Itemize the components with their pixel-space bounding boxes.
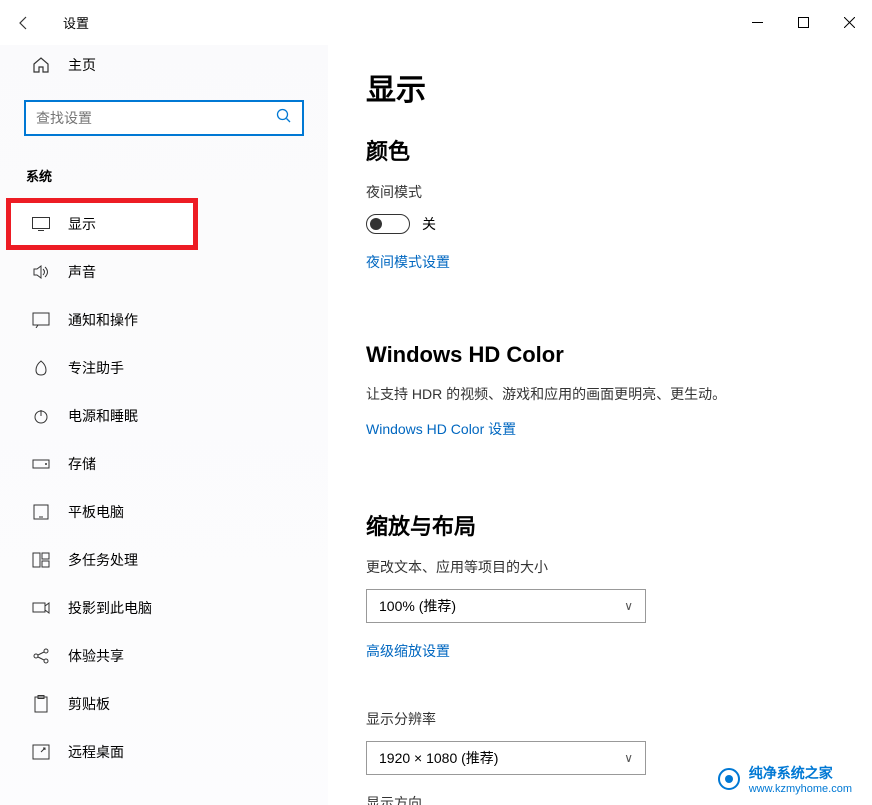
nav-label: 多任务处理: [68, 550, 138, 570]
nav-list: 显示 声音 通知和操作 专注助手 电源和睡眠 存储: [0, 200, 328, 776]
maximize-button[interactable]: [780, 7, 826, 39]
hdcolor-settings-link[interactable]: Windows HD Color 设置: [366, 419, 516, 439]
storage-icon: [32, 455, 50, 473]
tablet-icon: [32, 503, 50, 521]
scale-dropdown[interactable]: 100% (推荐) ∨: [366, 589, 646, 623]
night-mode-toggle[interactable]: [366, 214, 410, 234]
hdcolor-description: 让支持 HDR 的视频、游戏和应用的画面更明亮、更生动。: [366, 384, 834, 405]
watermark-url: www.kzmyhome.com: [749, 783, 852, 795]
nav-item-multitask[interactable]: 多任务处理: [0, 536, 328, 584]
window-controls: [734, 7, 872, 39]
nav-item-sound[interactable]: 声音: [0, 248, 328, 296]
nav-item-remote[interactable]: 远程桌面: [0, 728, 328, 776]
back-button[interactable]: [0, 0, 48, 45]
scale-label: 更改文本、应用等项目的大小: [366, 557, 834, 577]
nav-label: 远程桌面: [68, 742, 124, 762]
project-icon: [32, 599, 50, 617]
sidebar-section-header: 系统: [0, 156, 328, 200]
remote-icon: [32, 743, 50, 761]
power-icon: [32, 407, 50, 425]
titlebar: 设置: [0, 0, 872, 45]
nav-item-display[interactable]: 显示: [8, 200, 196, 248]
minimize-button[interactable]: [734, 7, 780, 39]
nav-label: 显示: [68, 214, 96, 234]
resolution-label: 显示分辨率: [366, 709, 834, 729]
watermark: 纯净系统之家 www.kzmyhome.com: [717, 763, 852, 795]
nav-label: 体验共享: [68, 646, 124, 666]
nav-label: 通知和操作: [68, 310, 138, 330]
multitask-icon: [32, 551, 50, 569]
chevron-down-icon: ∨: [624, 751, 633, 765]
home-icon: [32, 56, 50, 74]
nav-label: 平板电脑: [68, 502, 124, 522]
nav-label: 专注助手: [68, 358, 124, 378]
chevron-down-icon: ∨: [624, 599, 633, 613]
nav-label: 剪贴板: [68, 694, 110, 714]
search-input[interactable]: [36, 110, 276, 126]
nav-item-tablet[interactable]: 平板电脑: [0, 488, 328, 536]
clipboard-icon: [32, 695, 50, 713]
notifications-icon: [32, 311, 50, 329]
nav-label: 电源和睡眠: [68, 406, 138, 426]
toggle-knob: [370, 218, 382, 230]
nav-label: 投影到此电脑: [68, 598, 152, 618]
home-nav-item[interactable]: 主页: [0, 45, 328, 85]
close-button[interactable]: [826, 7, 872, 39]
night-mode-settings-link[interactable]: 夜间模式设置: [366, 252, 450, 272]
nav-item-project[interactable]: 投影到此电脑: [0, 584, 328, 632]
focus-icon: [32, 359, 50, 377]
shared-icon: [32, 647, 50, 665]
watermark-logo-icon: [717, 767, 741, 791]
nav-item-focus[interactable]: 专注助手: [0, 344, 328, 392]
resolution-value: 1920 × 1080 (推荐): [379, 748, 498, 768]
scale-section-title: 缩放与布局: [366, 509, 834, 541]
nav-item-clipboard[interactable]: 剪贴板: [0, 680, 328, 728]
page-title: 显示: [366, 65, 834, 109]
resolution-dropdown[interactable]: 1920 × 1080 (推荐) ∨: [366, 741, 646, 775]
nav-item-notifications[interactable]: 通知和操作: [0, 296, 328, 344]
nav-item-shared[interactable]: 体验共享: [0, 632, 328, 680]
watermark-text: 纯净系统之家: [749, 763, 852, 783]
scale-value: 100% (推荐): [379, 596, 456, 616]
toggle-state-text: 关: [422, 214, 436, 234]
display-icon: [32, 215, 50, 233]
window-title: 设置: [48, 13, 89, 32]
content-pane: 显示 颜色 夜间模式 关 夜间模式设置 Windows HD Color 让支持…: [328, 45, 872, 805]
search-box[interactable]: [24, 100, 304, 136]
advanced-scale-link[interactable]: 高级缩放设置: [366, 641, 450, 661]
home-label: 主页: [68, 55, 96, 75]
nav-label: 存储: [68, 454, 96, 474]
hdcolor-section-title: Windows HD Color: [366, 342, 834, 368]
night-mode-toggle-row: 关: [366, 214, 834, 234]
sidebar: 主页 系统 显示 声音 通知和操作 专注助手: [0, 45, 328, 805]
search-icon: [276, 108, 292, 129]
color-section-title: 颜色: [366, 134, 834, 166]
sound-icon: [32, 263, 50, 281]
nav-item-storage[interactable]: 存储: [0, 440, 328, 488]
night-mode-label: 夜间模式: [366, 182, 834, 202]
nav-item-power[interactable]: 电源和睡眠: [0, 392, 328, 440]
nav-label: 声音: [68, 262, 96, 282]
